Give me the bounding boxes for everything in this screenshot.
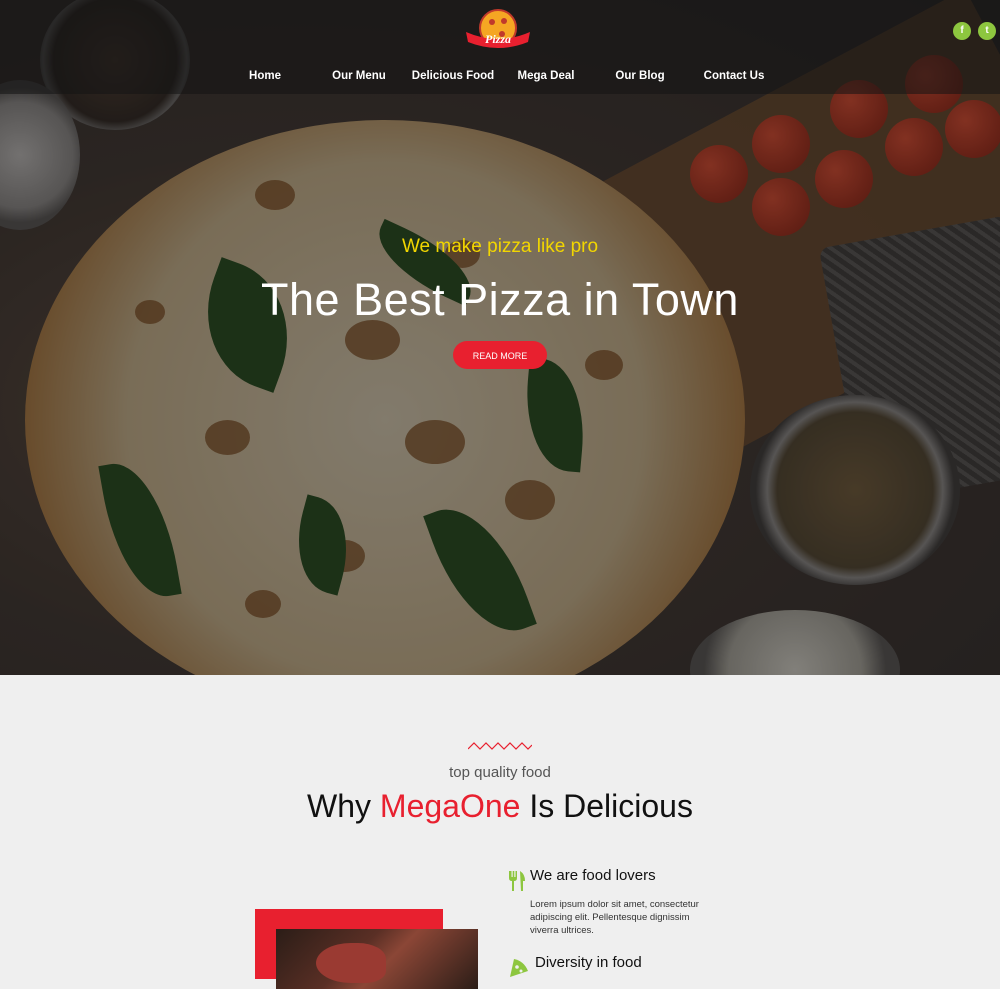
steak-image bbox=[276, 929, 478, 989]
section-title: Why MegaOne Is Delicious bbox=[307, 788, 693, 824]
main-nav: Home Our Menu Delicious Food Mega Deal O… bbox=[0, 70, 1000, 88]
why-section: top quality food Why MegaOne Is Deliciou… bbox=[0, 675, 1000, 989]
pizza-slice-icon bbox=[510, 959, 528, 977]
nav-delicious-food[interactable]: Delicious Food bbox=[412, 70, 494, 82]
zigzag-divider-icon bbox=[468, 742, 532, 750]
hero-title: The Best Pizza in Town bbox=[261, 274, 739, 325]
hero-tagline: We make pizza like pro bbox=[401, 236, 599, 257]
pizza-logo[interactable]: Pizza bbox=[462, 6, 534, 54]
nav-contact-us[interactable]: Contact Us bbox=[704, 70, 765, 82]
hero-section: Pizza Home Our Menu Delicious Food Mega … bbox=[0, 0, 1000, 675]
nav-home[interactable]: Home bbox=[249, 70, 281, 82]
feature-title: Diversity in food bbox=[535, 954, 642, 971]
facebook-icon[interactable]: f bbox=[953, 22, 971, 40]
svg-text:Pizza: Pizza bbox=[485, 32, 511, 46]
feature-text: Lorem ipsum dolor sit amet, consectetur … bbox=[530, 899, 699, 936]
twitter-icon[interactable]: t bbox=[978, 22, 996, 40]
read-more-button[interactable]: READ MORE bbox=[453, 341, 547, 369]
nav-our-blog[interactable]: Our Blog bbox=[615, 70, 664, 82]
nav-our-menu[interactable]: Our Menu bbox=[332, 70, 386, 82]
hero-overlay bbox=[0, 0, 1000, 675]
feature-title: We are food lovers bbox=[530, 867, 656, 884]
fork-knife-icon bbox=[509, 871, 525, 891]
nav-mega-deal[interactable]: Mega Deal bbox=[518, 70, 575, 82]
section-subheading: top quality food bbox=[449, 764, 551, 781]
